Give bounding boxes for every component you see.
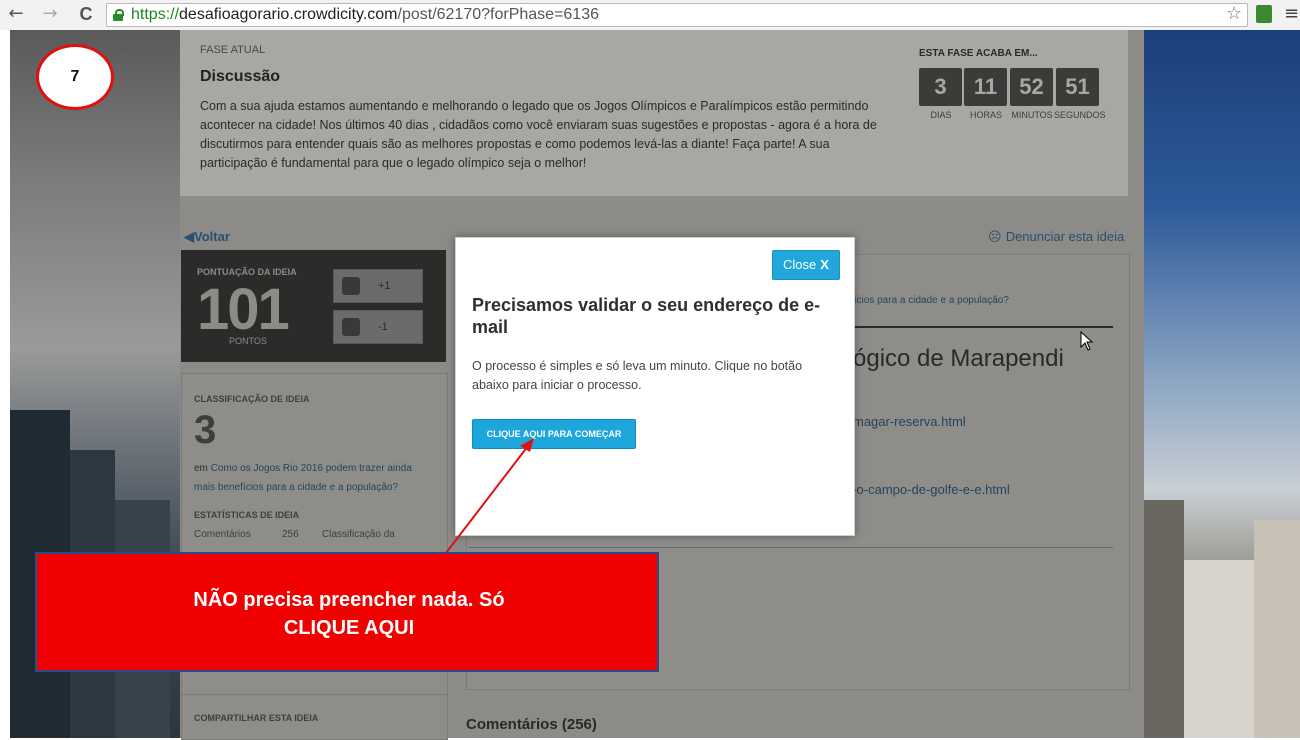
callout-text: NÃO precisa preencher nada. Só CLIQUE AQ… bbox=[37, 586, 661, 642]
instruction-callout: NÃO precisa preencher nada. Só CLIQUE AQ… bbox=[35, 552, 659, 672]
callout-line-1: NÃO precisa preencher nada. Só bbox=[193, 589, 505, 611]
mouse-cursor-icon bbox=[1080, 331, 1094, 351]
callout-line-2: CLIQUE AQUI bbox=[283, 617, 415, 639]
